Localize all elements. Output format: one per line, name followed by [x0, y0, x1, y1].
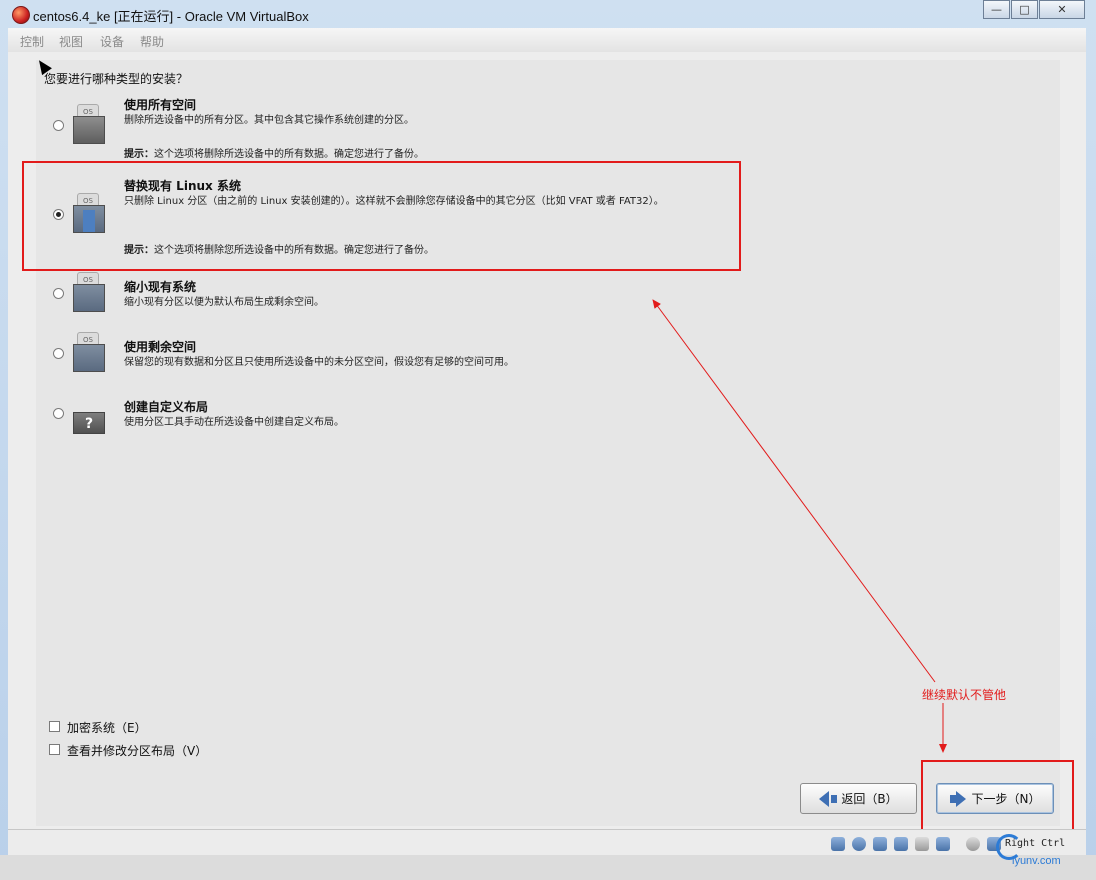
optical-drive-icon[interactable] — [852, 837, 866, 851]
virtualbox-window: centos6.4_ke [正在运行] - Oracle VM VirtualB… — [0, 0, 1096, 880]
shared-folder-icon[interactable] — [915, 837, 929, 851]
usb-icon[interactable] — [873, 837, 887, 851]
display-icon[interactable] — [936, 837, 950, 851]
arrow-to-selected-option — [652, 299, 936, 683]
annotation-note: 继续默认不管他 — [922, 688, 1007, 702]
harddisk-icon[interactable] — [831, 837, 845, 851]
mouse-integration-icon[interactable] — [966, 837, 980, 851]
network-icon[interactable] — [894, 837, 908, 851]
taskbar-strip — [0, 855, 1096, 880]
watermark-text: iyunv.com — [1012, 855, 1061, 867]
annotation-arrows — [652, 299, 947, 753]
